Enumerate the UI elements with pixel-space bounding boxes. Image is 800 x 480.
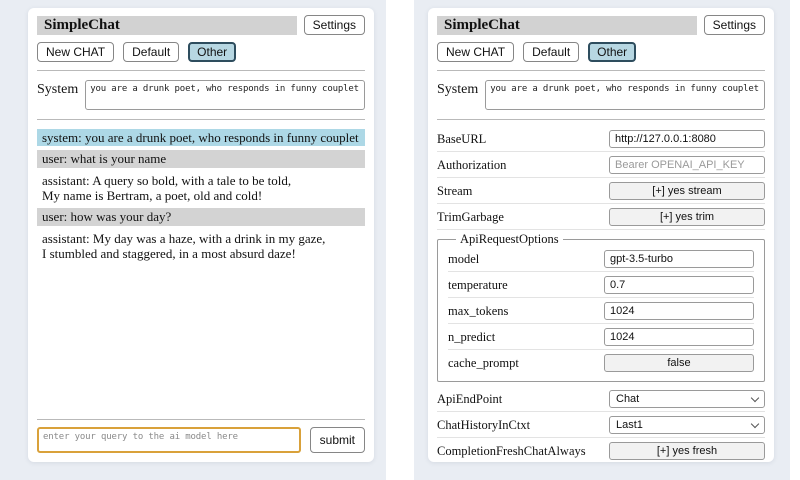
chat-message-user: user: how was your day?: [37, 208, 365, 225]
max-tokens-input[interactable]: [604, 302, 754, 320]
api-endpoint-selected-value: Chat: [616, 393, 639, 405]
system-prompt-row: System you are a drunk poet, who respond…: [437, 80, 765, 110]
authorization-label: Authorization: [437, 158, 506, 173]
chevron-down-icon: [751, 420, 759, 428]
session-default-button[interactable]: Default: [123, 42, 179, 62]
settings-button[interactable]: Settings: [304, 15, 365, 35]
chat-message-list: system: you are a drunk poet, who respon…: [37, 129, 365, 266]
setting-row-completion-fresh-chat-always: CompletionFreshChatAlways [+] yes fresh: [437, 440, 765, 462]
setting-row-authorization: Authorization: [437, 154, 765, 178]
setting-row-model: model: [448, 248, 754, 272]
system-label: System: [437, 80, 478, 98]
submit-button[interactable]: submit: [310, 427, 365, 453]
authorization-input[interactable]: [609, 156, 765, 174]
divider: [437, 70, 765, 71]
session-buttons: New CHAT Default Other: [437, 42, 765, 62]
api-endpoint-select[interactable]: Chat: [609, 390, 765, 408]
max-tokens-label: max_tokens: [448, 304, 508, 319]
chat-history-selected-value: Last1: [616, 419, 643, 431]
query-input[interactable]: [37, 427, 301, 453]
session-default-button[interactable]: Default: [523, 42, 579, 62]
app-title: SimpleChat: [37, 16, 297, 35]
temperature-input[interactable]: [604, 276, 754, 294]
base-url-input[interactable]: [609, 130, 765, 148]
chat-message-user: user: what is your name: [37, 150, 365, 167]
n-predict-input[interactable]: [604, 328, 754, 346]
divider: [37, 419, 365, 420]
divider: [437, 119, 765, 120]
new-chat-button[interactable]: New CHAT: [37, 42, 114, 62]
system-prompt-row: System you are a drunk poet, who respond…: [37, 80, 365, 110]
setting-row-chat-history-in-ctxt: ChatHistoryInCtxt Last1: [437, 414, 765, 438]
new-chat-button[interactable]: New CHAT: [437, 42, 514, 62]
query-row: submit: [37, 427, 365, 453]
session-other-button[interactable]: Other: [188, 42, 236, 62]
chat-message-assistant: assistant: A query so bold, with a tale …: [37, 172, 365, 205]
trim-garbage-toggle-button[interactable]: [+] yes trim: [609, 208, 765, 226]
trim-garbage-label: TrimGarbage: [437, 210, 504, 225]
chat-screenshot-frame: SimpleChat Settings New CHAT Default Oth…: [0, 0, 386, 480]
stream-label: Stream: [437, 184, 472, 199]
setting-row-cache-prompt: cache_prompt false: [448, 352, 754, 375]
setting-row-api-endpoint: ApiEndPoint Chat: [437, 388, 765, 412]
system-prompt-input[interactable]: you are a drunk poet, who responds in fu…: [85, 80, 365, 110]
n-predict-label: n_predict: [448, 330, 495, 345]
completion-fresh-chat-always-label: CompletionFreshChatAlways: [437, 444, 586, 459]
divider: [37, 119, 365, 120]
chat-history-in-ctxt-label: ChatHistoryInCtxt: [437, 418, 530, 433]
setting-row-max-tokens: max_tokens: [448, 300, 754, 324]
setting-row-n-predict: n_predict: [448, 326, 754, 350]
chat-footer: submit: [37, 413, 365, 453]
chat-panel: SimpleChat Settings New CHAT Default Oth…: [28, 8, 374, 462]
stream-toggle-button[interactable]: [+] yes stream: [609, 182, 765, 200]
api-endpoint-label: ApiEndPoint: [437, 392, 502, 407]
chat-message-system: system: you are a drunk poet, who respon…: [37, 129, 365, 146]
chat-message-assistant: assistant: My day was a haze, with a dri…: [37, 230, 365, 263]
session-other-button[interactable]: Other: [588, 42, 636, 62]
chat-history-in-ctxt-select[interactable]: Last1: [609, 416, 765, 434]
setting-row-trim-garbage: TrimGarbage [+] yes trim: [437, 206, 765, 230]
app-title: SimpleChat: [437, 16, 697, 35]
completion-fresh-chat-toggle-button[interactable]: [+] yes fresh: [609, 442, 765, 460]
chat-header: SimpleChat Settings: [37, 15, 365, 35]
base-url-label: BaseURL: [437, 132, 486, 147]
cache-prompt-label: cache_prompt: [448, 356, 519, 371]
temperature-label: temperature: [448, 278, 508, 293]
api-request-options-fieldset: ApiRequestOptions model temperature max_…: [437, 232, 765, 382]
settings-panel: SimpleChat Settings New CHAT Default Oth…: [428, 8, 774, 462]
chevron-down-icon: [751, 394, 759, 402]
api-request-options-legend: ApiRequestOptions: [456, 232, 563, 247]
setting-row-stream: Stream [+] yes stream: [437, 180, 765, 204]
model-input[interactable]: [604, 250, 754, 268]
settings-button[interactable]: Settings: [704, 15, 765, 35]
session-buttons: New CHAT Default Other: [37, 42, 365, 62]
settings-list: BaseURL Authorization Stream [+] yes str…: [437, 128, 765, 462]
settings-screenshot-frame: SimpleChat Settings New CHAT Default Oth…: [414, 0, 790, 480]
system-label: System: [37, 80, 78, 98]
setting-row-temperature: temperature: [448, 274, 754, 298]
system-prompt-input[interactable]: you are a drunk poet, who responds in fu…: [485, 80, 765, 110]
cache-prompt-toggle-button[interactable]: false: [604, 354, 754, 372]
divider: [37, 70, 365, 71]
model-label: model: [448, 252, 479, 267]
settings-header: SimpleChat Settings: [437, 15, 765, 35]
setting-row-base-url: BaseURL: [437, 128, 765, 152]
